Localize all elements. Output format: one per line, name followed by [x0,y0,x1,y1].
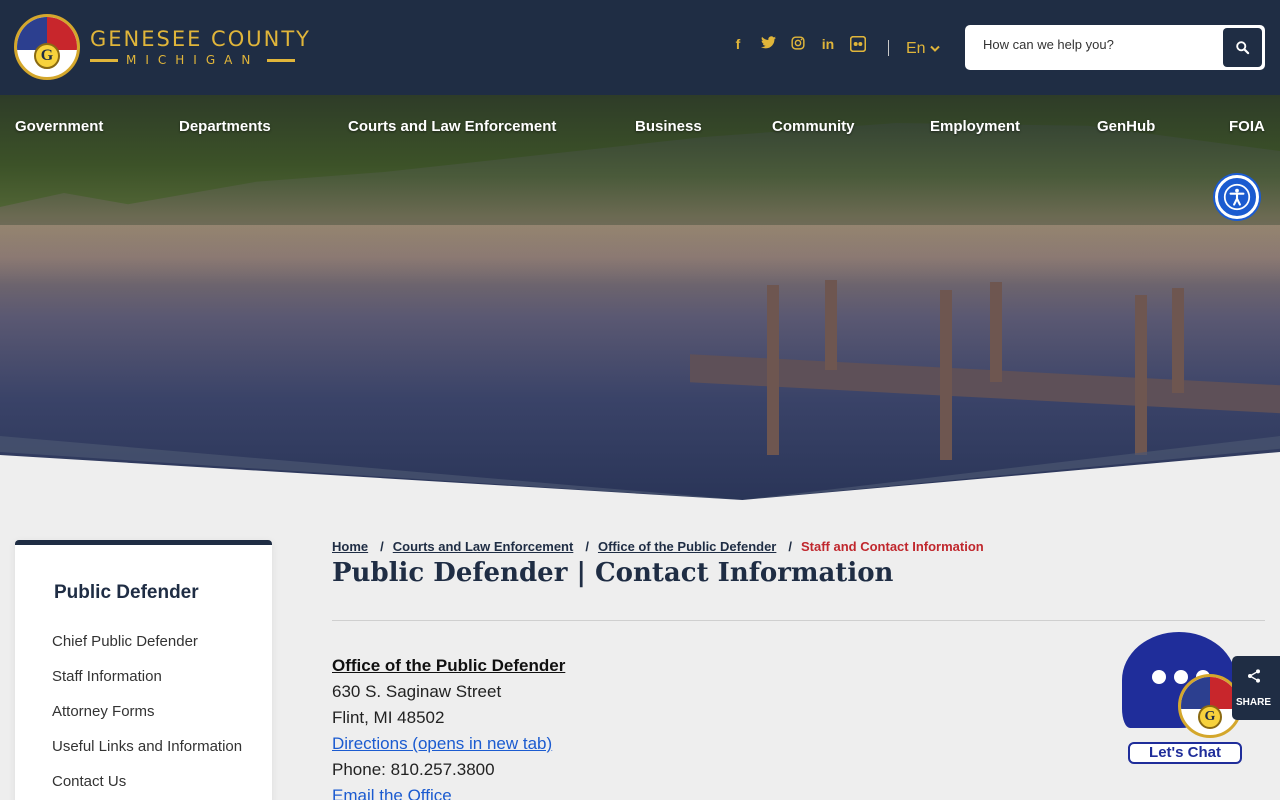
nav-business[interactable]: Business [635,118,702,135]
nav-employment[interactable]: Employment [930,118,1020,135]
chat-widget[interactable]: G Let's Chat [1122,632,1247,767]
office-phone: Phone: 810.257.3800 [332,760,495,779]
county-seal-icon: G [14,14,80,80]
site-header: G GENESEE COUNTY MICHIGAN f in En [0,0,1280,95]
sidebar-title: Public Defender [54,582,199,603]
office-city: Flint, MI 48502 [332,708,445,727]
county-logo[interactable]: G GENESEE COUNTY MICHIGAN [14,14,311,80]
email-office-link[interactable]: Email the Office [332,786,452,800]
chevron-down-icon [930,45,940,52]
twitter-icon[interactable] [760,36,776,52]
share-label: SHARE [1236,697,1272,708]
search-button[interactable] [1223,28,1262,67]
nav-community[interactable]: Community [772,118,855,135]
nav-departments[interactable]: Departments [179,118,271,135]
sidebar-item-staff-information[interactable]: Staff Information [52,665,252,689]
social-links: f in [730,35,867,53]
nav-government[interactable]: Government [15,118,103,135]
content-divider [332,620,1265,621]
flickr-icon[interactable] [849,35,867,53]
logo-text: GENESEE COUNTY MICHIGAN [90,27,311,67]
breadcrumb-courts[interactable]: Courts and Law Enforcement [393,539,574,554]
nav-courts[interactable]: Courts and Law Enforcement [348,118,556,135]
nav-genhub[interactable]: GenHub [1097,118,1155,135]
header-divider [888,40,889,56]
sidebar-item-chief-public-defender[interactable]: Chief Public Defender [52,630,252,654]
sidebar-item-contact-us[interactable]: Contact Us [52,770,252,794]
breadcrumb: Home / Courts and Law Enforcement / Office o… [332,539,984,554]
share-tab[interactable]: SHARE [1232,656,1280,720]
lets-chat-button[interactable]: Let's Chat [1128,742,1242,764]
facebook-icon[interactable]: f [730,36,746,52]
logo-line-2: MICHIGAN [126,53,260,67]
share-icon [1248,669,1260,683]
search-box [965,25,1265,70]
language-label: En [906,40,926,57]
logo-line-1: GENESEE COUNTY [90,27,311,51]
main-navigation: Government Departments Courts and Law En… [0,118,1280,138]
nav-foia[interactable]: FOIA [1229,118,1265,135]
breadcrumb-home[interactable]: Home [332,539,368,554]
sidebar-item-attorney-forms[interactable]: Attorney Forms [52,700,252,724]
hero-banner-image [0,95,1280,500]
instagram-icon[interactable] [790,36,806,52]
breadcrumb-public-defender[interactable]: Office of the Public Defender [598,539,776,554]
directions-link[interactable]: Directions (opens in new tab) [332,734,552,753]
sidebar-menu: Chief Public Defender Staff Information … [52,630,252,800]
sidebar: Public Defender Chief Public Defender St… [15,540,272,800]
page-title: Public Defender | Contact Information [332,558,894,588]
linkedin-icon[interactable]: in [820,36,836,52]
search-icon [1236,41,1250,55]
office-name: Office of the Public Defender [332,656,566,675]
sidebar-item-useful-links[interactable]: Useful Links and Information [52,735,252,759]
accessibility-button[interactable] [1215,175,1259,219]
language-selector[interactable]: En [906,40,940,58]
office-contact-block: Office of the Public Defender 630 S. Sag… [332,653,565,800]
breadcrumb-current: Staff and Contact Information [801,539,984,554]
accessibility-icon [1223,183,1251,211]
office-street: 630 S. Saginaw Street [332,682,502,701]
search-input[interactable] [983,37,1213,52]
